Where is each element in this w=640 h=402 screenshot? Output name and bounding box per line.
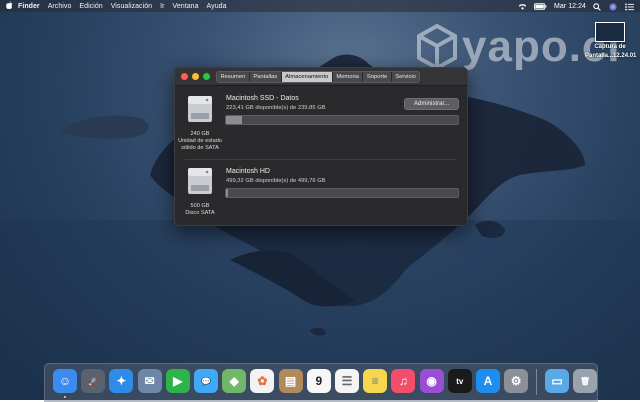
drive-name: Macintosh HD: [226, 168, 270, 175]
wifi-icon[interactable]: [518, 3, 527, 10]
tab-pantallas[interactable]: Pantallas: [249, 72, 282, 82]
about-this-mac-window: Resumen Pantallas Almacenamiento Memoria…: [174, 67, 468, 226]
siri-icon[interactable]: [609, 2, 618, 11]
window-titlebar[interactable]: Resumen Pantallas Almacenamiento Memoria…: [175, 68, 467, 86]
menu-visualizacion[interactable]: Visualización: [111, 3, 152, 10]
drive-type-line1: Unidad de estado: [178, 138, 222, 144]
menu-finder[interactable]: Finder: [18, 3, 40, 10]
facetime-icon[interactable]: ▶: [165, 369, 190, 393]
messages-icon[interactable]: 💬: [194, 369, 218, 393]
drive-capacity: 500 GB: [190, 203, 210, 209]
tab-servicio[interactable]: Servicio: [391, 72, 420, 82]
podcasts-icon[interactable]: ◉: [419, 369, 444, 393]
minimize-window-button[interactable]: [192, 73, 199, 80]
desktop-file-label-line1: Captura de: [594, 44, 626, 50]
tab-soporte[interactable]: Soporte: [363, 72, 392, 82]
system-preferences-icon[interactable]: ⚙: [504, 369, 529, 393]
watermark-cube-icon: [417, 24, 457, 70]
dock-separator: [536, 369, 537, 395]
tab-resumen[interactable]: Resumen: [217, 72, 250, 82]
trash-icon[interactable]: 🗑: [573, 369, 597, 393]
drive-name: Macintosh SSD - Datos: [226, 95, 299, 102]
screenshot-thumbnail: [595, 22, 625, 42]
internal-drive-icon: [188, 168, 212, 194]
storage-bar: [225, 188, 459, 198]
music-icon[interactable]: ♫: [391, 369, 416, 393]
apple-menu-icon[interactable]: [0, 1, 18, 11]
drive-available: 499,32 GB disponible(s) de 499,76 GB: [226, 178, 326, 184]
calendar-icon[interactable]: 9: [306, 369, 331, 393]
notes-icon[interactable]: ≡: [363, 369, 388, 393]
drive-type-line2: sólido de SATA: [181, 145, 219, 151]
mail-icon[interactable]: ✉: [137, 369, 162, 393]
drive-ssd-section: 240 GB Unidad de estado sólido de SATA M…: [175, 86, 467, 156]
running-indicator: [64, 396, 66, 398]
downloads-folder-icon[interactable]: ▭: [545, 369, 569, 393]
menu-ir[interactable]: Ir: [160, 3, 164, 10]
app-store-icon[interactable]: A: [476, 369, 500, 393]
menu-edicion[interactable]: Edición: [79, 3, 102, 10]
photos-icon[interactable]: ✿: [250, 369, 275, 393]
battery-icon[interactable]: [534, 2, 547, 10]
administrar-button[interactable]: Administrar...: [404, 98, 459, 110]
contacts-icon[interactable]: ▤: [278, 369, 303, 393]
storage-bar-used: [226, 116, 242, 124]
drive-available: 223,41 GB disponible(s) de 239,85 GB: [226, 105, 326, 111]
launchpad-icon[interactable]: 🚀: [81, 369, 106, 393]
search-icon[interactable]: [593, 2, 602, 11]
tab-bar: Resumen Pantallas Almacenamiento Memoria…: [216, 71, 421, 83]
close-window-button[interactable]: [181, 73, 188, 80]
finder-icon[interactable]: ☺: [53, 369, 77, 393]
drive-type-line1: Disco SATA: [185, 210, 215, 216]
drive-separator: [185, 159, 457, 160]
desktop-file-label-line2: Pantalla...12.24.01: [585, 53, 637, 59]
drive-hd-section: 500 GB Disco SATA Macintosh HD 499,32 GB…: [175, 161, 467, 223]
storage-bar-used: [226, 189, 229, 197]
zoom-window-button[interactable]: [203, 73, 210, 80]
internal-drive-icon: [188, 96, 212, 122]
tab-almacenamiento[interactable]: Almacenamiento: [281, 72, 333, 82]
desktop-screenshot-file[interactable]: Captura de Pantalla...12.24.01: [585, 22, 637, 60]
tv-icon[interactable]: tv: [447, 369, 472, 393]
clock[interactable]: Mar 12:24: [554, 3, 586, 10]
tab-memoria[interactable]: Memoria: [332, 72, 364, 82]
dock: ☺ 🚀 ✦ ✉ ▶ 💬 ◆ ✿ ▤ 9 ☰ ≡ ♫ ◉ tv A ⚙ ▭ 🗑: [44, 363, 598, 402]
menu-bar: Finder Archivo Edición Visualización Ir …: [0, 0, 640, 12]
menu-archivo[interactable]: Archivo: [48, 3, 72, 10]
reminders-icon[interactable]: ☰: [335, 369, 359, 393]
menu-ayuda[interactable]: Ayuda: [207, 3, 227, 10]
storage-bar: [225, 115, 459, 125]
menu-ventana[interactable]: Ventana: [173, 3, 199, 10]
maps-icon[interactable]: ◆: [222, 369, 247, 393]
drive-capacity: 240 GB: [190, 131, 210, 137]
safari-icon[interactable]: ✦: [109, 369, 134, 393]
notification-center-icon[interactable]: [625, 2, 634, 11]
